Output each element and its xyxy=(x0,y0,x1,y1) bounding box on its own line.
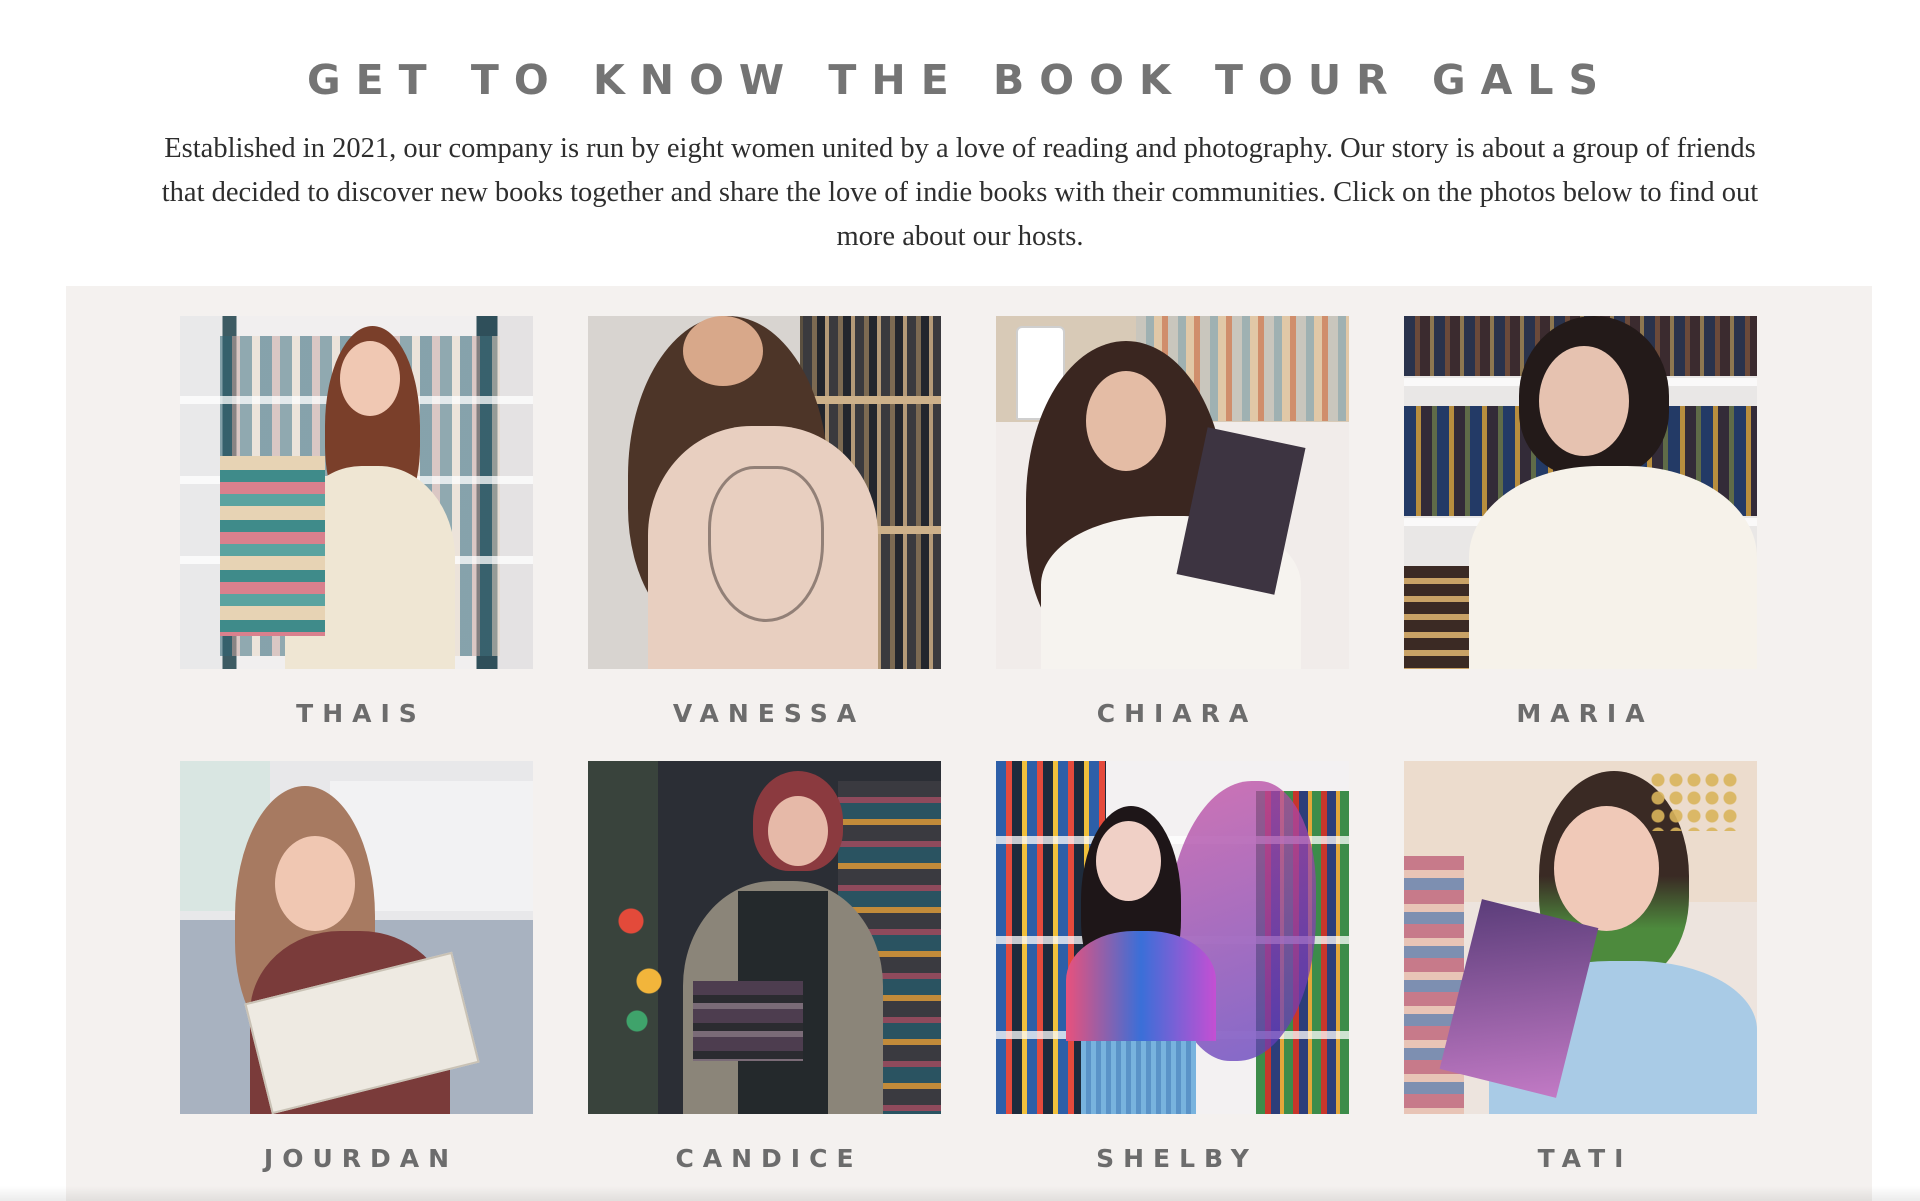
host-photo-shelby[interactable] xyxy=(996,761,1349,1114)
host-name-thais[interactable]: THAIS xyxy=(180,699,533,729)
host-card-tati[interactable]: TATI xyxy=(1404,761,1757,1174)
host-name-tati[interactable]: TATI xyxy=(1404,1144,1757,1174)
bottom-edge-shadow xyxy=(0,1186,1920,1201)
host-name-maria[interactable]: MARIA xyxy=(1404,699,1757,729)
page-title: GET TO KNOW THE BOOK TOUR GALS xyxy=(307,56,1613,105)
host-name-candice[interactable]: CANDICE xyxy=(588,1144,941,1174)
host-photo-vanessa[interactable] xyxy=(588,316,941,669)
host-photo-tati[interactable] xyxy=(1404,761,1757,1114)
hosts-gallery: THAIS VANESSA CHIARA MARIA JOURDAN CANDI… xyxy=(66,286,1872,1201)
host-name-jourdan[interactable]: JOURDAN xyxy=(180,1144,533,1174)
host-name-shelby[interactable]: SHELBY xyxy=(996,1144,1349,1174)
host-card-thais[interactable]: THAIS xyxy=(180,316,533,729)
intro-paragraph: Established in 2021, our company is run … xyxy=(161,133,1759,252)
host-photo-jourdan[interactable] xyxy=(180,761,533,1114)
host-card-maria[interactable]: MARIA xyxy=(1404,316,1757,729)
host-photo-chiara[interactable] xyxy=(996,316,1349,669)
host-card-chiara[interactable]: CHIARA xyxy=(996,316,1349,729)
host-photo-maria[interactable] xyxy=(1404,316,1757,669)
host-card-shelby[interactable]: SHELBY xyxy=(996,761,1349,1174)
host-card-vanessa[interactable]: VANESSA xyxy=(588,316,941,729)
host-photo-thais[interactable] xyxy=(180,316,533,669)
host-card-jourdan[interactable]: JOURDAN xyxy=(180,761,533,1174)
host-card-candice[interactable]: CANDICE xyxy=(588,761,941,1174)
host-name-vanessa[interactable]: VANESSA xyxy=(588,699,941,729)
host-photo-candice[interactable] xyxy=(588,761,941,1114)
host-name-chiara[interactable]: CHIARA xyxy=(996,699,1349,729)
